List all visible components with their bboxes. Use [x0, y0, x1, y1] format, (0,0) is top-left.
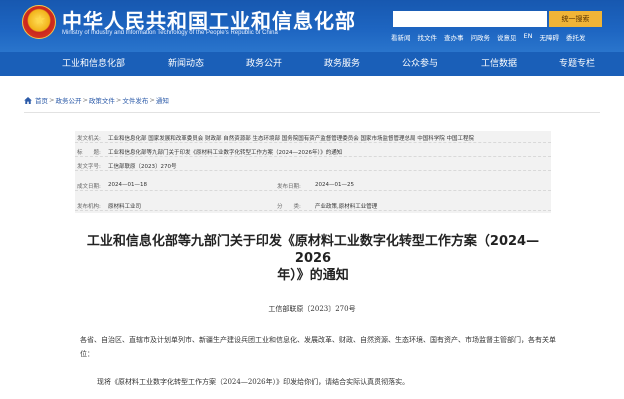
nav-item-services[interactable]: 政务服务 [324, 56, 360, 69]
article-body-paragraph: 现将《原材料工业数字化转型工作方案（2024—2026年）》印发给你们，请结合实… [97, 378, 410, 386]
unified-search-button[interactable]: 统一搜索 [549, 11, 602, 27]
unit-label: 发布机构: [77, 204, 101, 210]
issuer-value: 工业和信息化部 国家发展和改革委员会 财政部 自然资源部 生态环境部 国务院国有… [108, 136, 474, 142]
meta-row-dates: 成文日期: 2024—01—18 发布日期: 2024—01—25 [75, 179, 551, 191]
article-title-line1: 工业和信息化部等九部门关于印发《原材料工业数字化转型工作方案（2024—2026 [86, 234, 540, 266]
breadcrumb-separator: > [115, 96, 122, 104]
docno-value: 工信部联原〔2023〕270号 [108, 164, 177, 170]
article-title-line2: 年）》的通知 [277, 268, 349, 283]
breadcrumb-separator: > [82, 96, 88, 104]
breadcrumb-file-release[interactable]: 文件发布 [122, 95, 148, 105]
breadcrumb-policy-files[interactable]: 政策文件 [89, 95, 115, 105]
article-title: 工业和信息化部等九部门关于印发《原材料工业数字化转型工作方案（2024—2026… [73, 233, 553, 284]
site-header: ★ 中华人民共和国工业和信息化部 Ministry of Industry an… [0, 0, 624, 52]
quicklink-files[interactable]: 找文件 [418, 32, 438, 42]
nav-item-data[interactable]: 工信数据 [481, 56, 517, 69]
meta-row-docno: 发文字号: 工信部联原〔2023〕270号 [75, 159, 551, 171]
national-emblem-icon[interactable]: ★ [22, 5, 56, 39]
issuer-label: 发文机关: [77, 136, 101, 142]
published-date-label: 发布日期: [277, 184, 301, 190]
breadcrumb: 首页 > 政务公开 > 政策文件 > 文件发布 > 通知 [24, 95, 169, 105]
quicklink-accessibility[interactable]: 无障碍 [539, 32, 559, 42]
unit-value: 原材料工业司 [108, 204, 142, 210]
title-label: 标 题: [77, 150, 101, 156]
main-nav: 工业和信息化部 新闻动态 政务公开 政务服务 公众参与 工信数据 专题专栏 [0, 52, 624, 76]
article-recipients: 各省、自治区、直辖市及计划单列市、新疆生产建设兵团工业和信息化、发展改革、财政、… [80, 336, 556, 358]
category-label: 分 类: [277, 204, 301, 210]
breadcrumb-gov-affairs[interactable]: 政务公开 [55, 95, 81, 105]
quicklink-services[interactable]: 查办事 [444, 32, 464, 42]
docno-label: 发文字号: [77, 164, 101, 170]
home-icon [24, 96, 32, 104]
breadcrumb-divider [24, 112, 600, 113]
quicklink-news[interactable]: 看新闻 [391, 32, 411, 42]
breadcrumb-home[interactable]: 首页 [35, 95, 48, 105]
nav-item-miit[interactable]: 工业和信息化部 [62, 56, 125, 69]
meta-row-unit: 发布机构: 原材料工业司 分 类: 产业政策,原材料工业管理 [75, 199, 551, 211]
breadcrumb-notice[interactable]: 通知 [156, 95, 169, 105]
site-subtitle: Ministry of Industry and Information Tec… [62, 30, 278, 36]
quicklinks: 看新闻 找文件 查办事 问政务 说意见 EN 无障碍 委托发 [391, 32, 592, 42]
nav-item-news[interactable]: 新闻动态 [168, 56, 204, 69]
quicklink-english[interactable]: EN [524, 32, 533, 42]
written-date-value: 2024—01—18 [108, 182, 147, 188]
title-value: 工业和信息化部等九部门关于印发《原材料工业数字化转型工作方案（2024—2026… [108, 150, 343, 156]
nav-item-gov-affairs[interactable]: 政务公开 [246, 56, 282, 69]
quicklink-other[interactable]: 委托发 [566, 32, 586, 42]
article-doc-number: 工信部联原〔2023〕270号 [268, 305, 356, 313]
category-value: 产业政策,原材料工业管理 [315, 204, 378, 210]
breadcrumb-separator: > [149, 96, 155, 104]
breadcrumb-separator: > [49, 96, 55, 104]
published-date-value: 2024—01—25 [315, 182, 354, 188]
quicklink-opinion[interactable]: 说意见 [497, 32, 517, 42]
search-input[interactable] [393, 11, 547, 27]
meta-row-issuer: 发文机关: 工业和信息化部 国家发展和改革委员会 财政部 自然资源部 生态环境部… [75, 131, 551, 143]
quicklink-ask[interactable]: 问政务 [471, 32, 491, 42]
nav-item-participation[interactable]: 公众参与 [402, 56, 438, 69]
written-date-label: 成文日期: [77, 184, 101, 190]
meta-row-title: 标 题: 工业和信息化部等九部门关于印发《原材料工业数字化转型工作方案（2024… [75, 145, 551, 157]
nav-item-topics[interactable]: 专题专栏 [559, 56, 595, 69]
